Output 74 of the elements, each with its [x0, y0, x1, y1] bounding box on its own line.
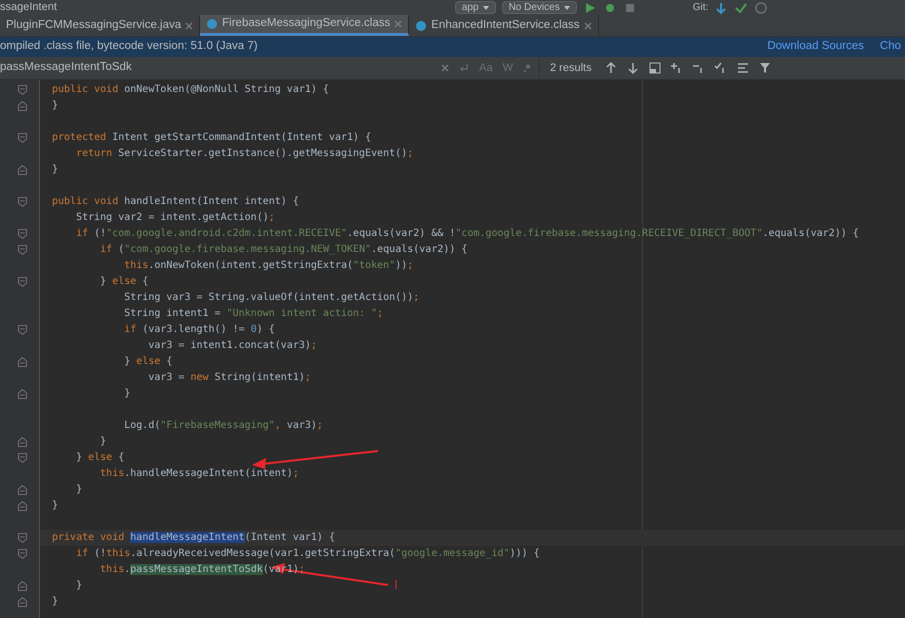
- fold-marker-icon[interactable]: [18, 485, 27, 495]
- code-line: }: [52, 499, 58, 513]
- fold-marker-icon[interactable]: [18, 229, 27, 239]
- clock-icon[interactable]: [754, 0, 768, 14]
- close-icon[interactable]: [584, 22, 592, 30]
- breadcrumb-text: ssageIntent: [0, 1, 57, 14]
- code-line: String intent1 = "Unknown intent action: ";: [123, 307, 384, 321]
- code-line: }: [75, 579, 82, 593]
- code-line: this.onNewToken(intent.getStringExtra("token"));: [123, 259, 414, 273]
- code-line: }: [123, 387, 130, 401]
- code-line: String var3 = String.valueOf(intent.getAction());: [123, 291, 420, 305]
- code-line: var3 = new String(intent1);: [147, 371, 311, 385]
- fold-marker-icon[interactable]: [18, 453, 27, 463]
- code-line: if ("com.google.firebase.messaging.NEW_TOKEN".equals(var2)) {: [99, 243, 468, 257]
- results-count: 2 results: [550, 60, 592, 76]
- code-line: } else {: [123, 355, 172, 369]
- vcs-label: Git:: [692, 2, 708, 14]
- fold-marker-icon[interactable]: [18, 85, 27, 95]
- caret-icon: [482, 6, 489, 10]
- lines-icon[interactable]: [736, 61, 750, 75]
- banner-link[interactable]: Cho: [880, 38, 901, 56]
- class-file-icon: [206, 18, 218, 30]
- code-line: }: [52, 163, 58, 177]
- fold-marker-icon[interactable]: [18, 133, 27, 143]
- fold-marker-icon[interactable]: [18, 325, 27, 335]
- banner-link[interactable]: Download Sources: [767, 38, 864, 56]
- fold-marker-icon[interactable]: [18, 549, 27, 559]
- code-line: }: [52, 99, 58, 113]
- code-line: }: [99, 435, 106, 449]
- editor-tab[interactable]: FirebaseMessagingService.class: [200, 15, 410, 36]
- caret-icon: [564, 6, 570, 10]
- code-line: if (var3.length() != 0) {: [123, 323, 275, 337]
- code-line: Log.d("FirebaseMessaging", var3);: [123, 419, 323, 433]
- code-line: if (!"com.google.android.c2dm.intent.RECEIVE".equals(var2) && !"com.google.firebase.messaging.RECEIVE_DIRECT_BOOT".equals(var2)) {: [75, 227, 859, 241]
- code-line: }: [52, 595, 58, 609]
- fold-marker-icon[interactable]: [18, 501, 27, 511]
- fold-marker-icon[interactable]: [18, 437, 27, 447]
- fold-marker-icon[interactable]: [18, 165, 27, 175]
- close-icon[interactable]: [185, 22, 194, 30]
- run-config-dropdown[interactable]: app: [454, 1, 496, 14]
- code-line: } else {: [99, 275, 148, 289]
- fold-marker-icon[interactable]: [18, 197, 27, 207]
- code-line: } else {: [75, 451, 124, 465]
- fold-marker-icon[interactable]: [18, 389, 27, 399]
- class-file-icon: [415, 20, 428, 32]
- filter-icon[interactable]: [758, 61, 772, 75]
- editor-tab[interactable]: EnhancedIntentService.class: [409, 15, 599, 36]
- code-line: if (!this.alreadyReceivedMessage(var1.getStringExtra("google.message_id"))) {: [75, 547, 540, 561]
- fold-marker-icon[interactable]: [18, 277, 27, 287]
- down-arrow-icon[interactable]: [626, 61, 640, 75]
- fold-marker-icon[interactable]: [18, 533, 27, 543]
- check-icon[interactable]: [734, 0, 748, 14]
- window-icon[interactable]: [648, 61, 662, 75]
- code-line: protected Intent getStartCommandIntent(Intent var1) {: [52, 131, 372, 145]
- fold-marker-icon[interactable]: [18, 597, 27, 607]
- close-icon[interactable]: [394, 20, 402, 28]
- code-line: this.handleMessageIntent(intent);: [99, 467, 299, 481]
- code-line: public void onNewToken(@NonNull String var1) {: [52, 83, 329, 97]
- code-line: public void handleIntent(Intent intent) {: [52, 195, 299, 209]
- fold-marker-icon[interactable]: [18, 245, 27, 255]
- code-line: return ServiceStarter.getInstance().getMessagingEvent();: [75, 147, 414, 161]
- code-line: var3 = intent1.concat(var3);: [147, 339, 317, 353]
- regex-icon[interactable]: [523, 63, 531, 73]
- banner-text: ompiled .class file, bytecode version: 51.0 (Java 7): [0, 39, 258, 54]
- code-line: String var2 = intent.getAction();: [75, 211, 275, 225]
- clear-icon[interactable]: [441, 64, 450, 72]
- newline-icon[interactable]: [459, 63, 470, 73]
- fold-marker-icon[interactable]: [18, 357, 27, 367]
- up-arrow-icon[interactable]: [604, 61, 618, 75]
- fold-marker-icon[interactable]: [18, 581, 27, 591]
- down-arrow-icon[interactable]: [714, 0, 728, 14]
- fold-marker-icon[interactable]: [18, 101, 27, 111]
- code-line: }: [75, 483, 82, 497]
- device-dropdown[interactable]: No Devices: [502, 1, 577, 14]
